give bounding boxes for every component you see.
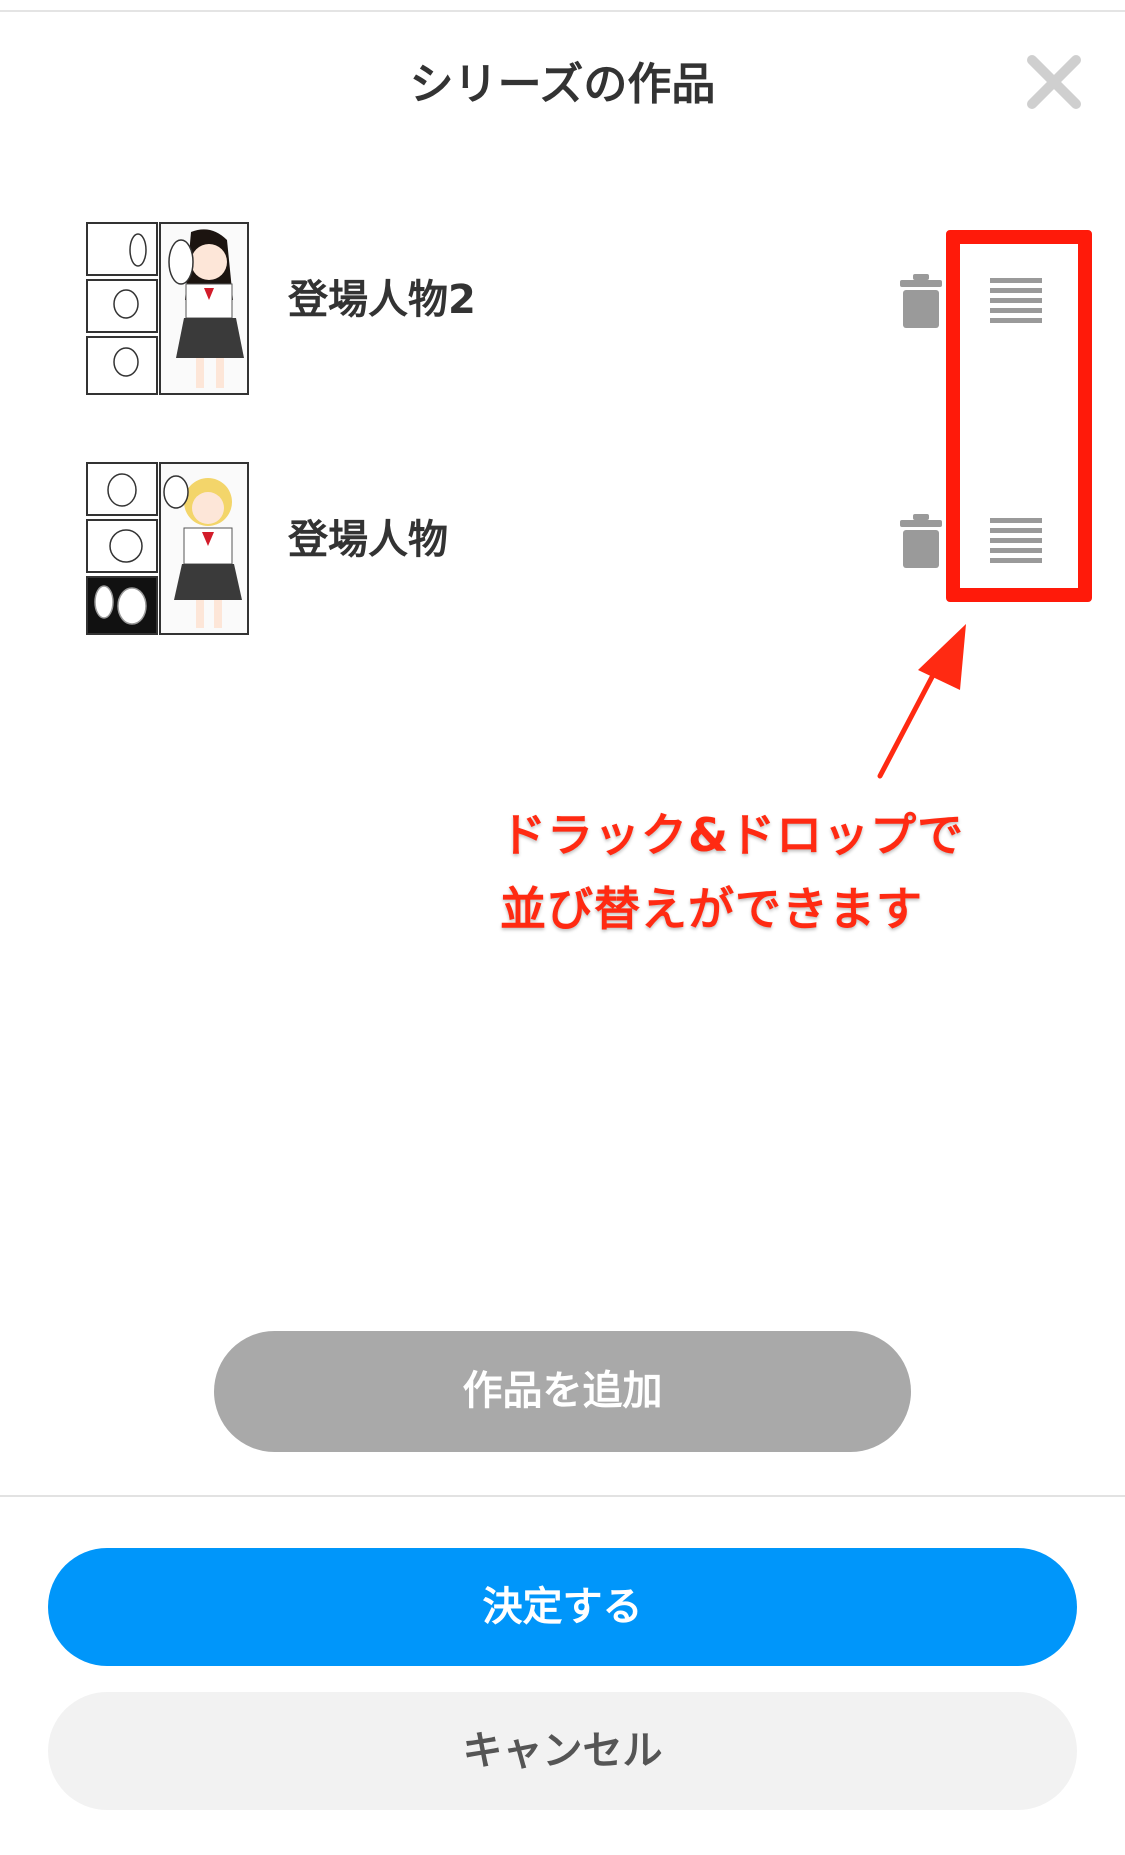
dialog-title: シリーズの作品 bbox=[409, 59, 716, 110]
work-title: 登場人物2 bbox=[288, 277, 476, 323]
annotation-line: ドラック&ドロップで bbox=[500, 808, 965, 862]
footer-divider bbox=[0, 1495, 1125, 1497]
cancel-button[interactable]: キャンセル bbox=[48, 1692, 1077, 1810]
trash-icon[interactable] bbox=[896, 272, 946, 330]
drag-handle-highlight bbox=[946, 230, 1092, 602]
annotation-line: 並び替えができます bbox=[500, 882, 923, 936]
manga-thumbnail bbox=[86, 462, 249, 635]
annotation-text: ドラック&ドロップで 並び替えができます bbox=[500, 798, 964, 946]
manga-thumbnail bbox=[86, 222, 249, 395]
close-icon[interactable] bbox=[1024, 52, 1084, 112]
top-divider bbox=[0, 10, 1125, 12]
annotation-arrow-icon bbox=[870, 620, 980, 780]
work-title: 登場人物 bbox=[288, 517, 448, 563]
add-work-button[interactable]: 作品を追加 bbox=[214, 1331, 911, 1452]
confirm-button[interactable]: 決定する bbox=[48, 1548, 1077, 1666]
trash-icon[interactable] bbox=[896, 512, 946, 570]
